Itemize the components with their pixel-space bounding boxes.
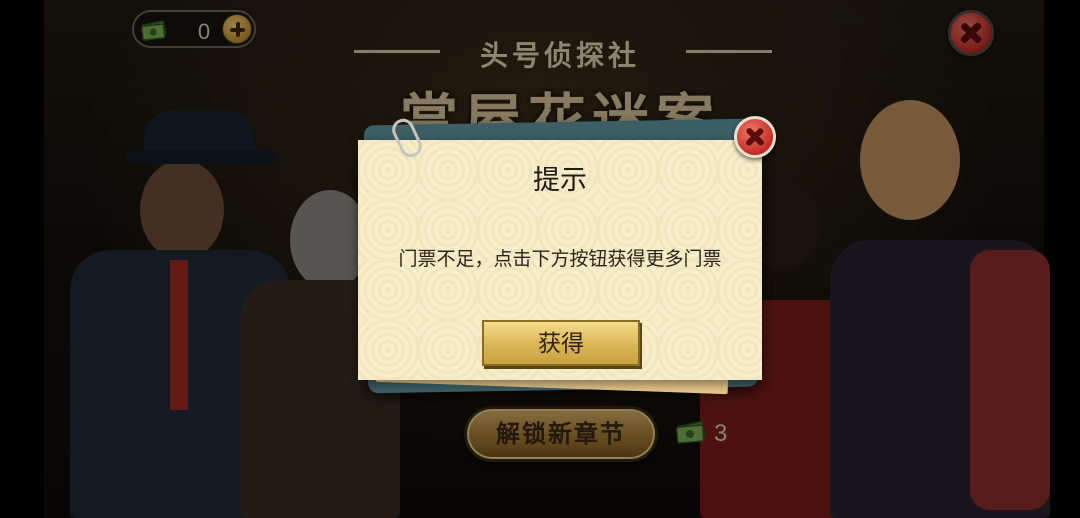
dialog-message: 门票不足，点击下方按钮获得更多门票 (398, 249, 722, 270)
dialog-title: 提示 (533, 165, 587, 195)
hint-dialog: 提示 门票不足，点击下方按钮获得更多门票 获得 (358, 140, 762, 380)
close-icon[interactable] (734, 116, 776, 158)
get-tickets-button[interactable]: 获得 (482, 320, 640, 366)
